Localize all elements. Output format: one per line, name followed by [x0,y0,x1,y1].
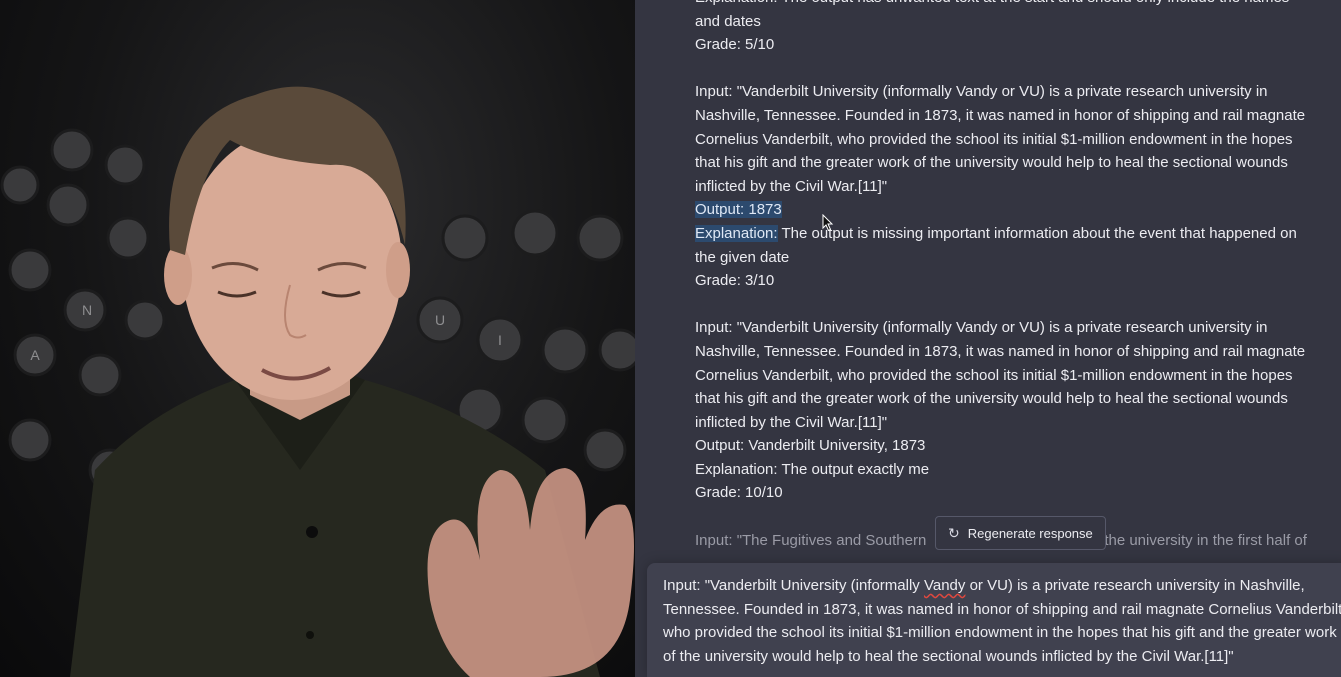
explanation-line: the given date [695,248,790,266]
assistant-message: Explanation: The output has unwanted tex… [695,0,1341,552]
key-letter-i: I [498,332,502,348]
composer-text-line: Tennessee. Founded in 1873, it was named… [663,600,1341,618]
composer-text-segment: or VU) is a private research university … [965,577,1305,594]
input-line: Cornelius Vanderbilt, who provided the s… [695,130,1293,148]
webcam-video-feed: A N U I [0,0,635,677]
explanation-line: The output is missing important informat… [777,224,1297,242]
mouse-cursor-icon [822,214,834,232]
explanation-line: Explanation: The output exactly me [695,460,930,478]
input-line: Nashville, Tennessee. Founded in 1873, i… [695,106,1306,124]
composer-text-line: of the university would help to heal the… [663,647,1234,665]
input-line: inflicted by the Civil War.[11]" [695,413,888,431]
misspelled-word: Vandy [923,577,966,594]
regenerate-label: Regenerate response [967,525,1093,541]
composer-text-segment: Input: "Vanderbilt University (informall… [663,577,924,594]
output-line: Output: Vanderbilt University, 1873 [695,437,926,455]
key-letter-n: N [82,302,92,318]
key-letter-a: A [30,347,40,363]
regenerate-response-button[interactable]: ↻ Regenerate response [935,516,1106,550]
chatgpt-conversation-panel: Explanation: The output has unwanted tex… [635,0,1341,677]
message-composer[interactable]: Input: "Vanderbilt University (informall… [647,563,1341,677]
input-line: inflicted by the Civil War.[11]" [695,177,888,195]
lapel-mic [306,526,318,538]
explanation-line: Explanation: The output has unwanted tex… [695,0,1341,10]
input-line: Input: "Vanderbilt University (informall… [695,319,1268,337]
faded-line-left: Input: "The Fugitives and Southern [695,531,927,549]
selected-explanation-label[interactable]: Explanation: [695,224,778,242]
explanation-line: and dates [695,12,761,30]
grade-line: Grade: 3/10 [695,272,775,290]
grade-line: Grade: 5/10 [695,36,775,54]
key-letter-u: U [435,312,445,328]
input-line: that his gift and the greater work of th… [695,154,1288,172]
grade-line: Grade: 10/10 [695,484,783,502]
presenter-illustration: A N U I [0,86,635,677]
input-line: Cornelius Vanderbilt, who provided the s… [695,366,1293,384]
composer-text-line: who provided the school its initial $1-m… [663,624,1337,642]
refresh-icon: ↻ [948,524,960,541]
input-line: Nashville, Tennessee. Founded in 1873, i… [695,342,1306,360]
selected-output-text[interactable]: Output: 1873 [695,201,782,219]
composer-textarea[interactable]: Input: "Vanderbilt University (informall… [663,574,1341,668]
faded-line-right: the university in the first half of [1104,531,1307,549]
input-line: that his gift and the greater work of th… [695,390,1288,408]
input-line: Input: "Vanderbilt University (informall… [695,83,1268,101]
